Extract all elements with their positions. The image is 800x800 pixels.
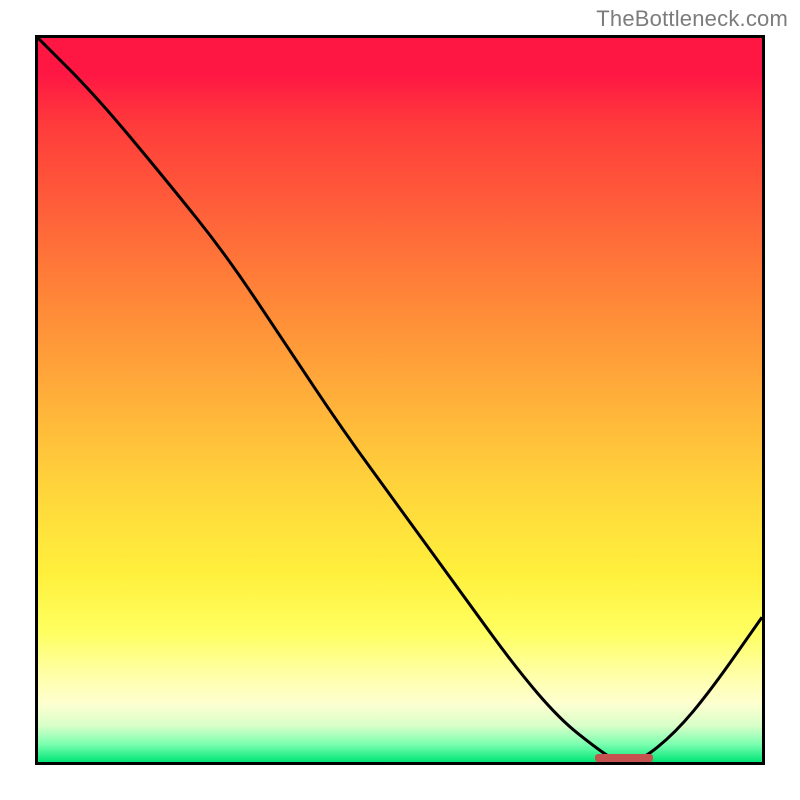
chart-frame: TheBottleneck.com — [0, 0, 800, 800]
curve-line — [38, 38, 762, 762]
watermark-text: TheBottleneck.com — [596, 6, 788, 32]
optimal-range-marker — [595, 754, 653, 762]
plot-area — [35, 35, 765, 765]
bottleneck-curve — [38, 38, 762, 762]
